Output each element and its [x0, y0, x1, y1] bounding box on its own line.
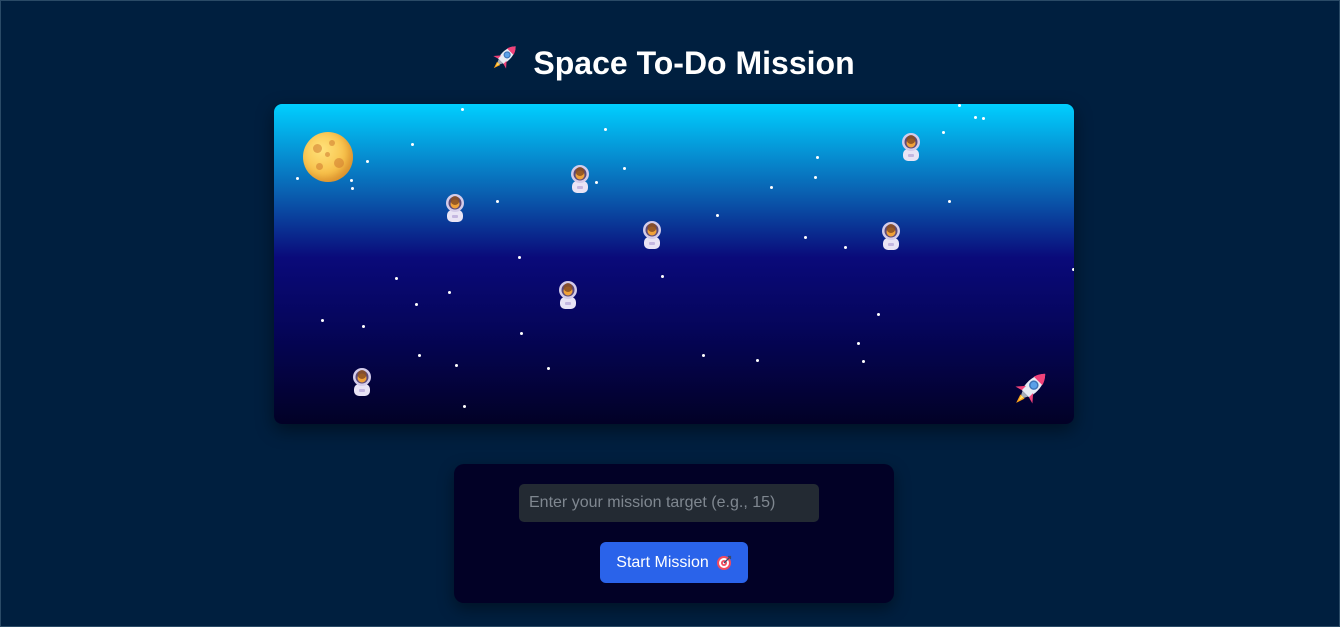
- star: [862, 360, 865, 363]
- star: [366, 160, 369, 163]
- star: [804, 236, 807, 239]
- star: [415, 303, 418, 306]
- star: [395, 277, 398, 280]
- mission-target-input[interactable]: [519, 484, 819, 522]
- astronaut-icon: [643, 221, 661, 249]
- star: [351, 187, 354, 190]
- star: [604, 128, 607, 131]
- moon-icon: [303, 132, 353, 182]
- star: [1072, 268, 1074, 271]
- star: [455, 364, 458, 367]
- star: [448, 291, 451, 294]
- astronaut-icon: [353, 368, 371, 396]
- astronaut-icon: [902, 133, 920, 161]
- star: [982, 117, 985, 120]
- target-icon: [716, 555, 731, 570]
- astronaut-icon: [446, 194, 464, 222]
- star: [716, 214, 719, 217]
- star: [547, 367, 550, 370]
- mission-form-panel: Start Mission: [454, 464, 894, 603]
- rocket-icon: [487, 39, 523, 86]
- star: [857, 342, 860, 345]
- star: [661, 275, 664, 278]
- star: [520, 332, 523, 335]
- space-scene: [274, 104, 1074, 424]
- star: [756, 359, 759, 362]
- astronaut-icon: [559, 281, 577, 309]
- star: [418, 354, 421, 357]
- star: [770, 186, 773, 189]
- star: [942, 131, 945, 134]
- star: [948, 200, 951, 203]
- star: [816, 156, 819, 159]
- star: [844, 246, 847, 249]
- page-title: Space To-Do Mission: [1, 41, 1340, 89]
- rocket-icon: [1015, 373, 1046, 404]
- star: [496, 200, 499, 203]
- star: [814, 176, 817, 179]
- start-mission-button[interactable]: Start Mission: [600, 542, 748, 583]
- star: [518, 256, 521, 259]
- star: [463, 405, 466, 408]
- start-mission-label: Start Mission: [616, 553, 709, 571]
- star: [623, 167, 626, 170]
- star: [296, 177, 299, 180]
- star: [974, 116, 977, 119]
- star: [958, 104, 961, 107]
- astronaut-icon: [571, 165, 589, 193]
- star: [362, 325, 365, 328]
- star: [702, 354, 705, 357]
- star: [321, 319, 324, 322]
- star: [461, 108, 464, 111]
- star: [350, 179, 353, 182]
- star: [877, 313, 880, 316]
- astronaut-icon: [882, 222, 900, 250]
- page-title-text: Space To-Do Mission: [533, 45, 855, 81]
- star: [595, 181, 598, 184]
- star: [411, 143, 414, 146]
